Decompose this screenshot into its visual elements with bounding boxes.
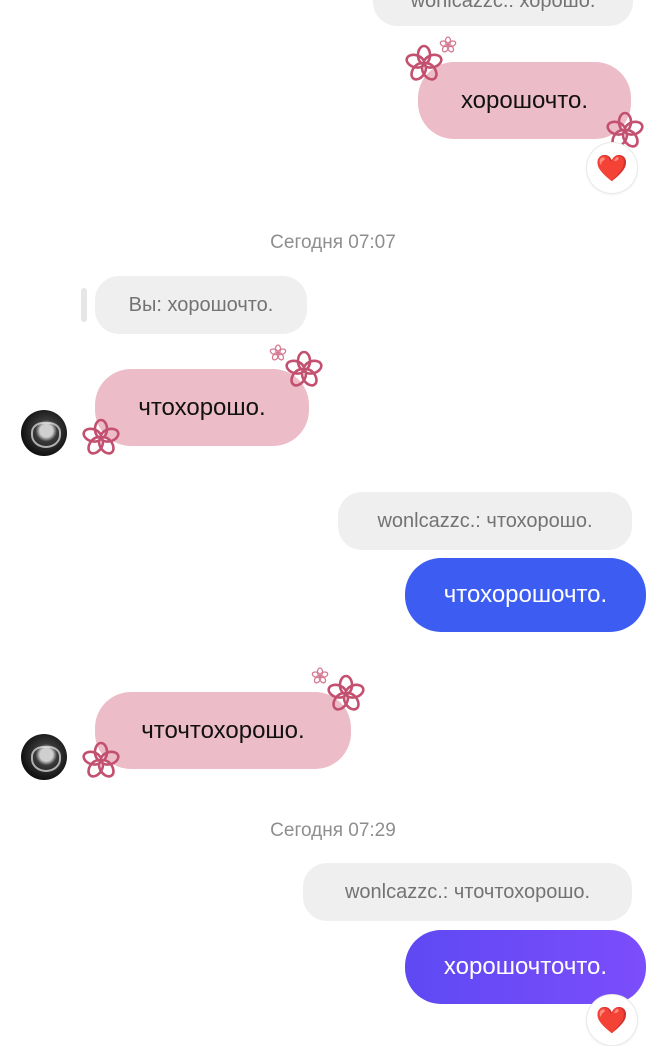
- message-text: чточтохорошо.: [141, 716, 305, 744]
- message-bubble-received[interactable]: чточтохорошо.: [95, 692, 351, 769]
- small-flower-icon: [438, 36, 458, 54]
- message-text: хорошочточто.: [443, 953, 608, 980]
- flower-sticker-icon: [81, 741, 121, 781]
- quoted-reply-top[interactable]: wonlcazzc.: хорошо.: [373, 0, 633, 26]
- quoted-reply[interactable]: wonlcazzc.: чточтохорошо.: [303, 863, 632, 921]
- message-bubble-sent[interactable]: хорошочто.: [418, 62, 631, 139]
- flower-sticker-icon: [325, 674, 367, 714]
- flower-sticker-icon: [81, 418, 121, 458]
- quote-bar: [81, 288, 87, 322]
- quoted-reply[interactable]: wonlcazzc.: чтохорошо.: [338, 492, 632, 550]
- flower-sticker-icon: [283, 350, 325, 390]
- avatar[interactable]: [21, 410, 67, 456]
- timestamp: Сегодня 07:29: [270, 820, 396, 841]
- small-flower-icon: [268, 344, 288, 362]
- message-text: чтохорошочто.: [443, 581, 608, 608]
- quoted-reply-text: Вы: хорошочто.: [128, 293, 274, 316]
- heart-reaction-icon[interactable]: ❤️: [586, 994, 638, 1046]
- message-bubble-sent[interactable]: хорошочточто.: [405, 930, 646, 1004]
- avatar[interactable]: [21, 734, 67, 780]
- message-bubble-sent[interactable]: чтохорошочто.: [405, 558, 646, 632]
- quoted-reply-text: wonlcazzc.: чточтохорошо.: [344, 880, 591, 903]
- message-text: хорошочто.: [460, 86, 589, 114]
- small-flower-icon: [310, 667, 330, 685]
- quoted-reply-text: wonlcazzc.: чтохорошо.: [377, 509, 593, 532]
- quoted-reply-text: wonlcazzc.: хорошо.: [410, 0, 596, 12]
- quoted-reply[interactable]: Вы: хорошочто.: [95, 276, 307, 334]
- timestamp: Сегодня 07:07: [270, 232, 396, 253]
- message-text: чтохорошо.: [138, 393, 266, 421]
- heart-reaction-icon[interactable]: ❤️: [586, 142, 638, 194]
- message-bubble-received[interactable]: чтохорошо.: [95, 369, 309, 446]
